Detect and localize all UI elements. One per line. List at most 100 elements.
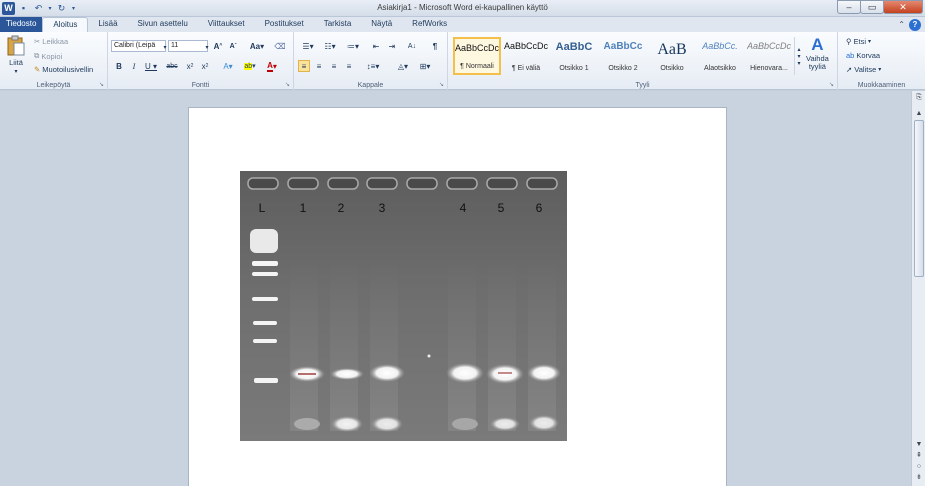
bullets-icon[interactable]: ☰▾: [299, 40, 317, 52]
tab-view[interactable]: Näytä: [361, 17, 402, 32]
shrink-font-icon[interactable]: Aˇ: [227, 40, 239, 52]
style-heading-1[interactable]: AaBbC Otsikko 1: [550, 37, 598, 75]
change-case-icon[interactable]: Aa▾: [248, 40, 266, 52]
replace-button[interactable]: ab Korvaa: [846, 51, 880, 60]
tab-home[interactable]: Aloitus: [42, 17, 89, 32]
style-no-spacing[interactable]: AaBbCcDc ¶ Ei väliä: [502, 37, 550, 75]
numbering-icon[interactable]: ☷▾: [321, 40, 339, 52]
scroll-down-icon[interactable]: ▼: [913, 439, 925, 449]
style-normal[interactable]: AaBbCcDc ¶ Normaali: [453, 37, 501, 75]
clear-formatting-icon[interactable]: ⌫: [274, 40, 286, 52]
document-area[interactable]: L 1 2 3 4 5 6: [0, 91, 911, 486]
font-color-icon[interactable]: A ▾: [264, 60, 280, 72]
cursor-icon: ➚: [846, 65, 853, 74]
justify-icon[interactable]: ≡: [343, 60, 355, 72]
tab-review[interactable]: Tarkista: [314, 17, 362, 32]
superscript-icon[interactable]: x2: [199, 60, 211, 72]
binoculars-icon: ⚲: [846, 37, 852, 46]
paste-button[interactable]: Liitä ▾: [6, 35, 26, 75]
decrease-indent-icon[interactable]: ⇤: [370, 40, 382, 52]
scroll-up-icon[interactable]: ▲: [913, 108, 925, 118]
maximize-icon[interactable]: ▭: [860, 0, 884, 14]
align-center-icon[interactable]: ≡: [313, 60, 325, 72]
select-browse-object-icon[interactable]: ○: [913, 461, 925, 471]
lane-label-ladder: L: [259, 201, 266, 215]
select-button[interactable]: ➚ Valitse ▾: [846, 65, 881, 74]
style-heading-2[interactable]: AaBbCc Otsikko 2: [599, 37, 647, 75]
tab-refworks[interactable]: RefWorks: [402, 17, 457, 32]
grow-font-icon[interactable]: A ^: [212, 40, 224, 52]
text-effects-icon[interactable]: A▾: [220, 60, 236, 72]
lane-label-6: 6: [536, 201, 543, 215]
tab-page-layout[interactable]: Sivun asettelu: [128, 17, 198, 32]
style-subtitle[interactable]: AaBbCc. Alaotsikko: [696, 37, 744, 75]
copy-button[interactable]: ⧉ Kopioi: [34, 51, 62, 61]
tab-references[interactable]: Viittaukset: [198, 17, 255, 32]
change-styles-icon: A: [811, 35, 824, 54]
sort-icon[interactable]: A↓: [406, 40, 418, 52]
style-sample: AaBbC: [555, 41, 593, 53]
help-icon[interactable]: ?: [909, 18, 921, 31]
font-size-value: 11: [171, 42, 179, 49]
style-title[interactable]: AaB Otsikko: [648, 37, 696, 75]
line-spacing-icon[interactable]: ↕≡▾: [364, 60, 382, 72]
close-icon[interactable]: ✕: [883, 0, 923, 14]
styles-gallery-scroll-icon[interactable]: ▴ ▾ ▾: [794, 37, 803, 75]
align-left-icon[interactable]: ≡: [298, 60, 310, 72]
align-right-icon[interactable]: ≡: [328, 60, 340, 72]
font-name-value: Calibri (Leipä: [114, 42, 156, 49]
strikethrough-icon[interactable]: abc: [164, 60, 180, 72]
minimize-ribbon-icon[interactable]: ⌃: [898, 20, 905, 29]
style-name: Alaotsikko: [704, 65, 736, 72]
change-styles-label-2: tyyliä: [808, 62, 826, 71]
vertical-scrollbar[interactable]: ⎘ ▲ ▼ ⇞ ○ ⇟: [911, 91, 925, 486]
cut-button[interactable]: ✂ Leikkaa: [34, 37, 68, 46]
font-launcher-icon[interactable]: ↘: [285, 81, 290, 88]
next-page-icon[interactable]: ⇟: [913, 472, 925, 482]
font-group: Calibri (Leipä ▾ 11 ▾ A ^ Aˇ Aa▾ ⌫ B I U …: [108, 32, 294, 90]
editing-group: ⚲ Etsi ▾ ab Korvaa ➚ Valitse ▾ Muokkaaminen: [838, 32, 925, 90]
show-formatting-icon[interactable]: ¶: [429, 40, 441, 52]
change-styles-button[interactable]: A Vaihda tyyliä: [806, 35, 829, 71]
bold-icon[interactable]: B: [113, 60, 125, 72]
document-page[interactable]: L 1 2 3 4 5 6: [188, 107, 727, 486]
copy-label: Kopioi: [41, 51, 63, 61]
paragraph-launcher-icon[interactable]: ↘: [439, 81, 444, 88]
brush-icon: ✎: [34, 65, 41, 74]
style-subtle-emphasis[interactable]: AaBbCcDc Hienovara...: [745, 37, 793, 75]
lane-label-2: 2: [338, 201, 345, 215]
styles-launcher-icon[interactable]: ↘: [829, 81, 834, 88]
previous-page-icon[interactable]: ⇞: [913, 450, 925, 460]
highlight-color-icon[interactable]: ab ▾: [241, 60, 259, 72]
increase-indent-icon[interactable]: ⇥: [386, 40, 398, 52]
borders-icon[interactable]: ⊞▾: [416, 60, 434, 72]
italic-icon[interactable]: I: [128, 60, 140, 72]
gel-electrophoresis-image[interactable]: L 1 2 3 4 5 6: [240, 171, 567, 441]
ribbon-tabs: Tiedosto Aloitus Lisää Sivun asettelu Vi…: [0, 17, 925, 32]
style-name: Otsikko 2: [608, 65, 638, 72]
minimize-icon[interactable]: ‒: [837, 0, 861, 14]
style-sample: AaBbCcDc: [746, 41, 791, 51]
styles-group-label: Tyyli: [635, 82, 650, 89]
tab-insert[interactable]: Lisää: [88, 17, 127, 32]
subscript-icon[interactable]: x2: [184, 60, 196, 72]
tab-file[interactable]: Tiedosto: [0, 17, 43, 32]
underline-icon[interactable]: U ▾: [143, 60, 159, 72]
paragraph-group: ☰▾ ☷▾ ≔▾ ⇤ ⇥ A↓ ¶ ≡ ≡ ≡ ≡ ↕≡▾ ◬▾ ⊞▾ Kapp…: [294, 32, 448, 90]
scrollbar-thumb[interactable]: [914, 120, 924, 277]
clipboard-launcher-icon[interactable]: ↘: [99, 81, 104, 88]
tab-mailings[interactable]: Postitukset: [255, 17, 314, 32]
editing-group-label: Muokkaaminen: [857, 82, 906, 89]
find-button[interactable]: ⚲ Etsi ▾: [846, 37, 871, 46]
font-name-select[interactable]: Calibri (Leipä: [111, 40, 166, 52]
shading-icon[interactable]: ◬▾: [394, 60, 412, 72]
paragraph-group-label: Kappale: [357, 82, 384, 89]
format-painter-button[interactable]: ✎ Muotoilusivellin: [34, 65, 93, 74]
ribbon: Liitä ▾ ✂ Leikkaa ⧉ Kopioi ✎ Muotoilusivell…: [0, 32, 925, 90]
replace-icon: ab: [846, 51, 855, 60]
lane-label-1: 1: [300, 201, 307, 215]
paste-dropdown-icon[interactable]: ▾: [14, 68, 17, 75]
clipboard-group-label: Leikepöytä: [36, 82, 71, 89]
multilevel-list-icon[interactable]: ≔▾: [344, 40, 362, 52]
view-ruler-icon[interactable]: ⎘: [913, 93, 925, 103]
